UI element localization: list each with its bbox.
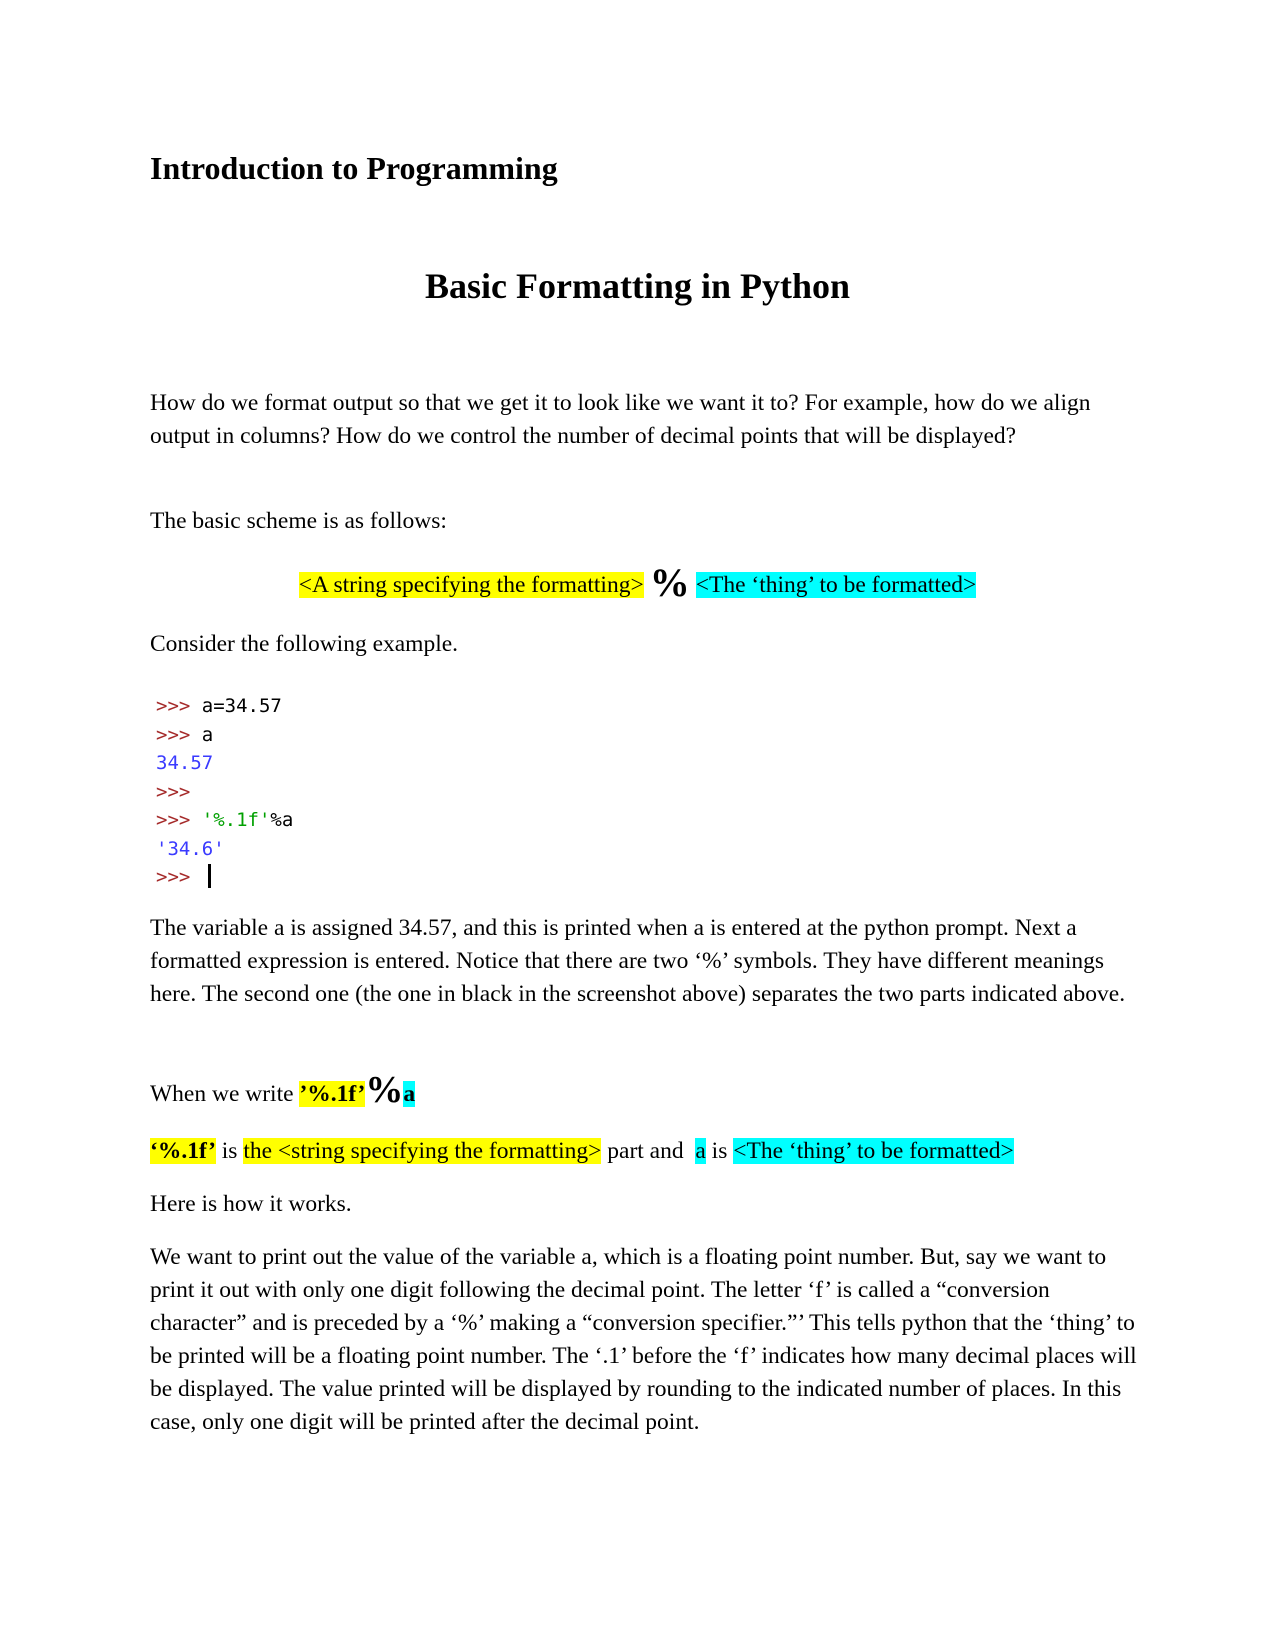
shell-prompt: >>> xyxy=(156,695,202,717)
format-part: ‘%.1f’ xyxy=(150,1138,216,1164)
format-part: ’%.1f’ xyxy=(299,1081,366,1107)
explanation-paragraph: The variable a is assigned 34.57, and th… xyxy=(150,915,1126,1007)
thing-part: a xyxy=(403,1081,416,1107)
percent-operator: % xyxy=(649,560,690,605)
code-line: >>> xyxy=(156,863,293,892)
page-heading: Basic Formatting in Python xyxy=(0,265,1275,307)
text-cursor xyxy=(207,864,211,888)
shell-prompt: >>> xyxy=(156,780,191,803)
code-line: >>> xyxy=(156,778,293,807)
shell-prompt: >>> xyxy=(156,723,202,746)
scheme-intro: The basic scheme is as follows: xyxy=(150,508,447,534)
code-line: >>> a xyxy=(156,721,293,750)
code-line: '34.6' xyxy=(156,835,293,864)
connector-text: part and xyxy=(601,1138,696,1164)
shell-prompt: >>> xyxy=(156,866,202,888)
percent-operator: % xyxy=(365,1069,404,1111)
format-description: the <string specifying the formatting> xyxy=(243,1138,602,1164)
thing-placeholder: <The ‘thing’ to be formatted> xyxy=(695,572,977,598)
final-paragraph: We want to print out the value of the va… xyxy=(150,1244,1137,1435)
format-string-placeholder: <A string specifying the formatting> xyxy=(298,572,644,598)
thing-part: a xyxy=(695,1138,706,1164)
connector-text: is xyxy=(705,1138,734,1164)
scheme-formula: <A string specifying the formatting>% <Th… xyxy=(0,563,1275,605)
breakdown-line: ‘%.1f’ is the <string specifying the for… xyxy=(150,1134,1014,1168)
when-we-write-prefix: When we write xyxy=(150,1081,300,1107)
shell-input: %a xyxy=(270,809,294,831)
intro-paragraph: How do we format output so that we get i… xyxy=(150,390,1091,449)
how-it-works-text: Here is how it works. xyxy=(150,1191,352,1217)
shell-input: a xyxy=(201,723,214,746)
shell-string: '%.1f' xyxy=(201,809,271,831)
code-line: >>> '%.1f'%a xyxy=(156,806,293,835)
shell-output: 34.57 xyxy=(156,752,214,774)
heading-text: Basic Formatting in Python xyxy=(424,266,850,306)
code-line: >>> a=34.57 xyxy=(156,692,293,721)
consider-text: Consider the following example. xyxy=(150,631,459,657)
document-title: Introduction to Programming xyxy=(150,150,558,186)
python-shell-screenshot: >>> a=34.57 >>> a 34.57 >>> >>> '%.1f'%a… xyxy=(156,692,293,892)
shell-output: '34.6' xyxy=(156,837,225,860)
code-line: 34.57 xyxy=(156,749,293,778)
thing-description: <The ‘thing’ to be formatted> xyxy=(733,1138,1014,1164)
when-we-write-line: When we write ’%.1f’%a xyxy=(150,1069,416,1114)
connector-text: is xyxy=(215,1138,244,1164)
shell-input: a=34.57 xyxy=(201,695,282,717)
shell-prompt: >>> xyxy=(156,809,202,831)
